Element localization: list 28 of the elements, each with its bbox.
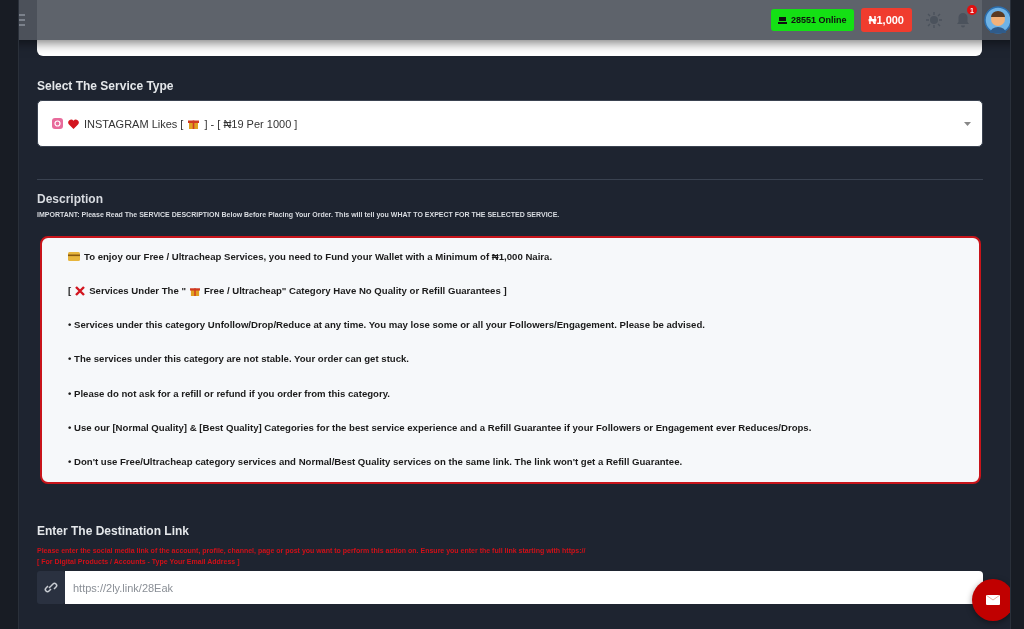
- gift-icon: [190, 285, 200, 296]
- field-label: Select The Service Type: [37, 79, 175, 93]
- description-text: • Please do not ask for a refill or refund if you order from this category.: [68, 387, 390, 399]
- mail-icon: [986, 595, 1000, 605]
- description-text: To enjoy our Free / Ultracheap Services, you need to Fund your Wallet with a Minimum of ₦1,000 Naira.: [84, 251, 553, 262]
- instagram-icon: [52, 118, 63, 129]
- description-text: • Services under this category Unfollow/Drop/Reduce at any time. You may lose some or all your Followers/Engagement. Please be advised.: [68, 319, 705, 331]
- mail-button[interactable]: [972, 579, 1010, 621]
- description-text: • Don't use Free/Ultracheap category services and Normal/Best Quality services on the same link. The link won't get a Refill Guarantee.: [68, 455, 683, 467]
- avatar-icon[interactable]: [984, 6, 1010, 34]
- description-text: • The services under this category are not stable. Your order can get stuck.: [68, 353, 410, 365]
- description-text: Free / Ultracheap" Category Have No Quality or Refill Guarantees ]: [204, 285, 507, 297]
- section-title: Description: [37, 192, 104, 206]
- link-input[interactable]: https://2ly.link/28Eak: [65, 571, 983, 604]
- bell-icon[interactable]: [956, 12, 970, 28]
- description-text: • Use our [Normal Quality] & [Best Quality] Categories for the best service experience and a Refill Guarantee if your Followers or Engagement ever Reduces/Drops.: [68, 421, 812, 433]
- caret-icon: [964, 121, 971, 126]
- online-badge: 28551 Online: [771, 9, 854, 31]
- description-text: Services Under The ": [89, 285, 186, 297]
- balance-button[interactable]: ₦1,000: [860, 8, 912, 32]
- field-label: Enter The Destination Link: [37, 524, 190, 538]
- description-text: [: [68, 285, 72, 297]
- link-icon: [37, 571, 65, 604]
- heart-icon: [68, 118, 79, 129]
- gift-icon: [188, 118, 200, 129]
- card-icon: [68, 252, 80, 261]
- cross-icon: [75, 285, 86, 296]
- service-select[interactable]: INSTAGRAM Likes [ ] - [ ₦19 Per 1000 ]: [37, 100, 983, 147]
